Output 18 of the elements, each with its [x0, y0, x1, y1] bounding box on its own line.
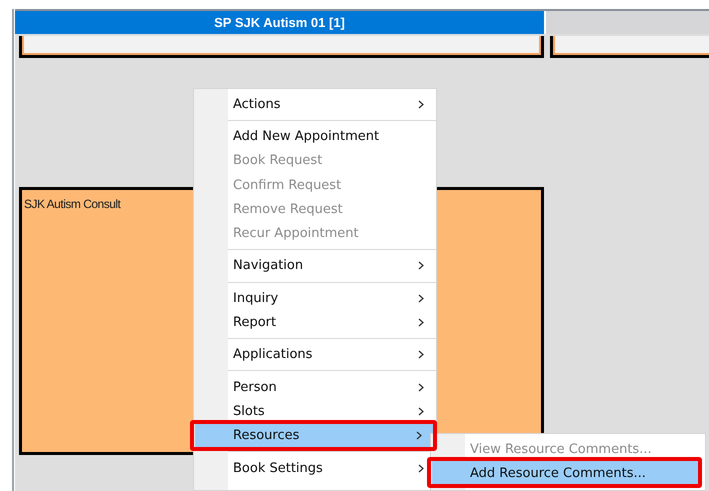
- menu-item-label: Book Request: [233, 153, 324, 168]
- menu-item-label: Resources: [233, 428, 300, 444]
- menu-item-label: Actions: [233, 96, 282, 112]
- menu-item-label: Applications: [233, 347, 314, 362]
- menu-item-label: Remove Request: [233, 202, 344, 217]
- menu-item-label: Recur Appointment: [233, 226, 360, 242]
- menu-item-label: Navigation: [233, 258, 304, 274]
- menu-item-label: Confirm Request: [233, 178, 342, 193]
- menu-item-label: Add Resource Comments...: [470, 466, 647, 481]
- column-header: SP SJK Autism 01 [1]: [15, 11, 544, 34]
- menu-item-label: Report: [233, 315, 278, 330]
- appointment-label: SJK Autism Consult: [24, 197, 120, 211]
- menu-item-label: Inquiry: [233, 290, 280, 306]
- menu-item-label: Book Settings: [233, 460, 324, 476]
- menu-item-label: Add New Appointment: [233, 128, 380, 144]
- menu-item-label: Person: [233, 380, 278, 395]
- menu-item-label: Slots: [233, 404, 266, 419]
- menu-item-label: View Resource Comments...: [470, 442, 653, 457]
